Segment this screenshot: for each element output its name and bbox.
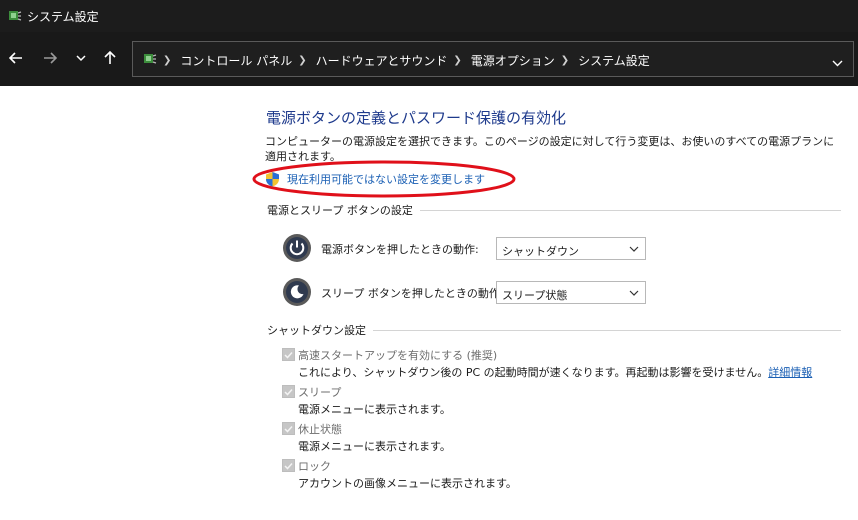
sleep-label: スリープ [298,386,342,399]
chevron-right-icon: ❯ [163,54,172,66]
up-arrow-icon [104,51,116,64]
breadcrumb-item-control-panel[interactable]: コントロール パネル [180,52,292,69]
title-bar: システム設定 [0,0,858,32]
divider [419,209,841,211]
lock-checkbox[interactable] [282,459,295,472]
sleep-button-setting: スリープ ボタンを押したときの動作: スリープ状態 [282,277,662,307]
checkmark-icon [284,388,293,396]
hibernate-checkbox[interactable] [282,422,295,435]
lock-label: ロック [298,460,331,473]
change-unavailable-settings-link[interactable]: 現在利用可能ではない設定を変更します [265,170,485,188]
checkmark-icon [284,425,293,433]
power-options-icon [7,8,22,27]
admin-link-label[interactable]: 現在利用可能ではない設定を変更します [287,171,485,187]
window-title: システム設定 [27,10,99,24]
recent-dropdown-icon [76,55,86,62]
sleep-button-label: スリープ ボタンを押したときの動作: [321,287,504,300]
fast-startup-label: 高速スタートアップを有効にする (推奨) [298,349,498,362]
page-title: 電源ボタンの定義とパスワード保護の有効化 [266,109,567,127]
back-button[interactable] [5,47,27,69]
sleep-button-action-select[interactable]: スリープ状態 [496,281,646,304]
navigation-bar: ❯ コントロール パネル ❯ ハードウェアとサウンド ❯ 電源オプション ❯ シ… [0,32,858,86]
lock-description: アカウントの画像メニューに表示されます。 [298,477,517,490]
chevron-down-icon [629,290,639,296]
divider [373,329,841,331]
chevron-right-icon[interactable]: ❯ [453,55,461,66]
chevron-right-icon[interactable]: ❯ [298,55,306,66]
chevron-down-icon [832,60,843,67]
back-arrow-icon [9,52,22,64]
breadcrumb-item-power-options[interactable]: 電源オプション [471,52,555,69]
section-header-shutdown: シャットダウン設定 [267,322,841,338]
forward-arrow-icon [44,52,57,64]
checkmark-icon [284,462,293,470]
power-button-label: 電源ボタンを押したときの動作: [321,243,479,256]
checkmark-icon [284,351,293,359]
address-history-dropdown[interactable] [832,54,843,73]
sleep-description: 電源メニューに表示されます。 [298,403,451,416]
hibernate-label: 休止状態 [298,423,342,436]
section-header-power-sleep: 電源とスリープ ボタンの設定 [267,202,841,218]
breadcrumb: ❯ コントロール パネル ❯ ハードウェアとサウンド ❯ 電源オプション ❯ シ… [163,52,650,68]
chevron-right-icon[interactable]: ❯ [561,55,569,66]
recent-locations-button[interactable] [70,47,92,69]
breadcrumb-item-hardware-sound[interactable]: ハードウェアとサウンド [316,52,448,69]
forward-button[interactable] [39,47,61,69]
power-button-action-select[interactable]: シャットダウン [496,237,646,260]
sleep-checkbox[interactable] [282,385,295,398]
fast-startup-checkbox[interactable] [282,348,295,361]
uac-shield-icon [266,172,279,187]
breadcrumb-item-system-settings[interactable]: システム設定 [578,52,650,69]
power-button-setting: 電源ボタンを押したときの動作: シャットダウン [282,233,662,263]
up-button[interactable] [99,47,121,69]
fast-startup-description: これにより、シャットダウン後の PC の起動時間が速くなります。再起動は影響を受… [298,366,813,379]
sleep-button-icon [283,278,311,306]
power-button-icon [283,234,311,262]
more-info-link[interactable]: 詳細情報 [768,366,812,379]
power-options-icon [142,51,157,70]
chevron-down-icon [629,246,639,252]
address-bar[interactable]: ❯ コントロール パネル ❯ ハードウェアとサウンド ❯ 電源オプション ❯ シ… [132,41,854,77]
hibernate-description: 電源メニューに表示されます。 [298,440,451,453]
